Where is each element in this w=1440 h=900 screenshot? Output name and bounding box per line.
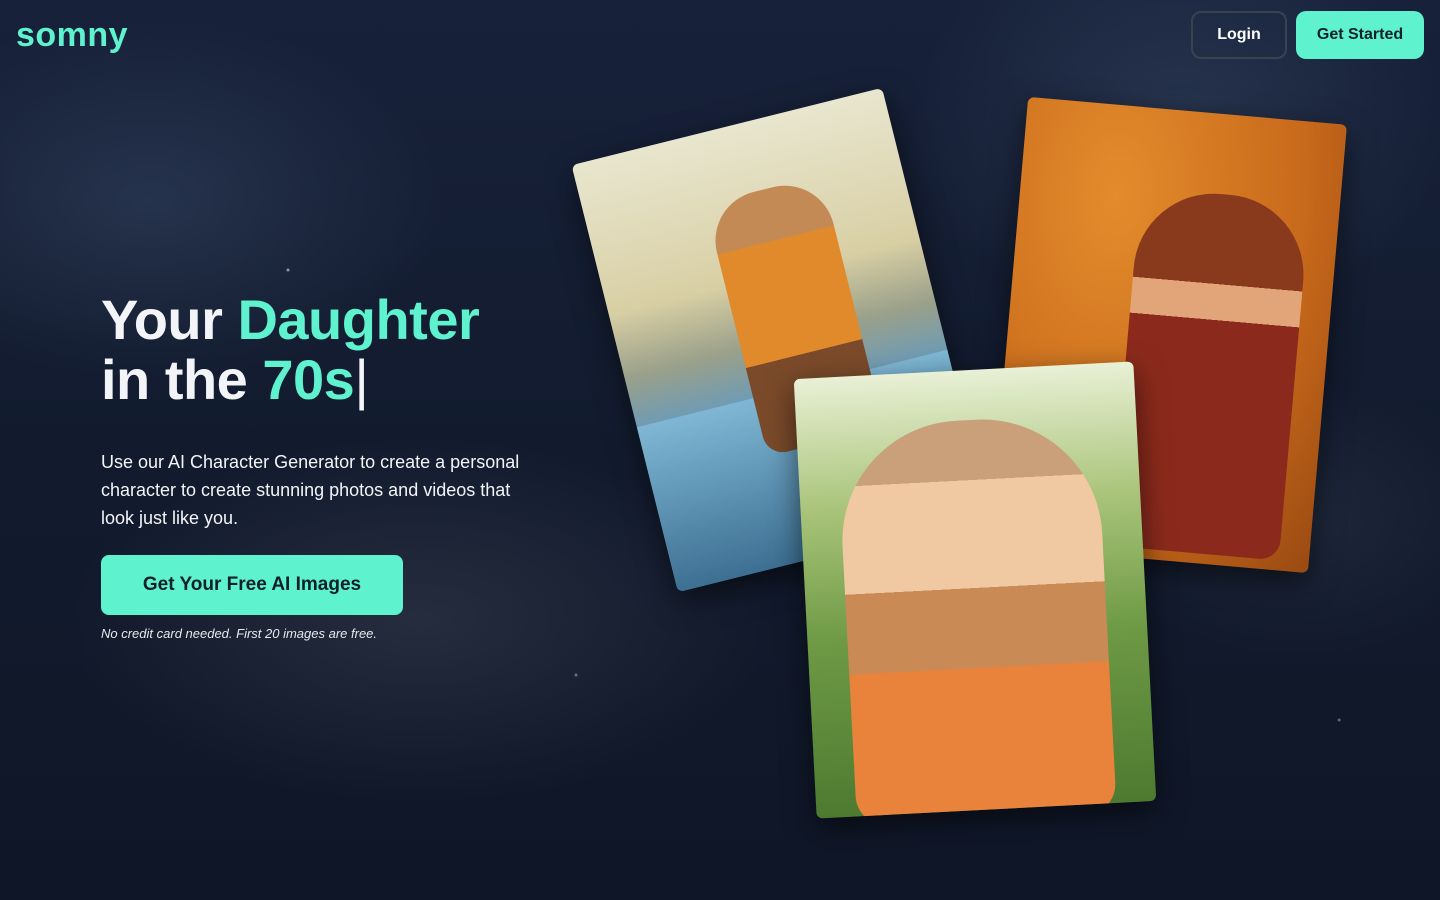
hero-section: Your Daughter in the 70s| Use our AI Cha… [101,290,561,641]
headline-accent-70s: 70s [262,348,355,411]
brand-logo[interactable]: somny [16,16,128,55]
headline-in-the: in the [101,348,248,411]
hero-subtext: Use our AI Character Generator to create… [101,452,520,528]
typing-caret: | [354,348,369,411]
login-button[interactable]: Login [1191,11,1287,59]
hero-headline: Your Daughter in the 70s| [101,290,561,410]
get-free-images-button[interactable]: Get Your Free AI Images [101,555,403,615]
get-started-button[interactable]: Get Started [1296,11,1424,59]
no-credit-card-note: No credit card needed. First 20 images a… [101,626,378,641]
headline-accent-daughter: Daughter [237,288,480,351]
photo-subject [836,413,1117,819]
nav-actions: Login Get Started [1191,11,1424,59]
headline-word-your: Your [101,288,223,351]
photo-girl-flower-crown [793,361,1157,819]
top-nav: somny Login Get Started [0,0,1440,70]
